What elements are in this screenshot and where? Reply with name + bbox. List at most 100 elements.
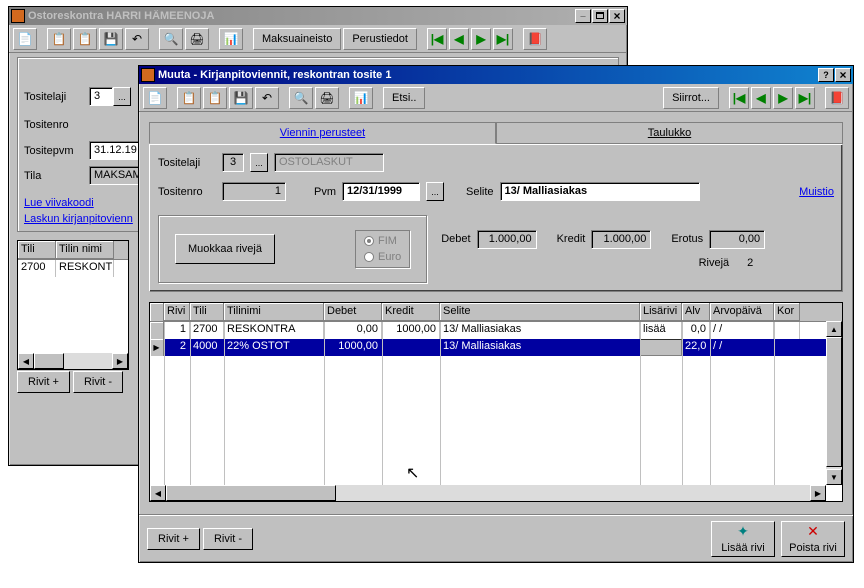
tool-print[interactable]: 🖨 xyxy=(185,28,209,50)
fg-vscroll[interactable]: ▲ ▼ xyxy=(826,321,842,485)
fg-tositenro-val: 1 xyxy=(222,182,286,201)
tool-new[interactable]: 📄 xyxy=(143,87,167,109)
col-arvo[interactable]: Arvopäivä xyxy=(710,303,774,321)
tool-undo[interactable]: ↶ xyxy=(125,28,149,50)
bg-toolbar: 📄 📋 📋 💾 ↶ 🔍 🖨 📊 Maksuaineisto Perustiedo… xyxy=(9,25,627,53)
scroll-right-icon[interactable]: ▶ xyxy=(810,485,826,501)
tositepvm-label: Tositepvm xyxy=(24,145,89,157)
col-lisarivi[interactable]: Lisärivi xyxy=(640,303,682,321)
tool-edit[interactable]: 📋 xyxy=(177,87,201,109)
tool-report[interactable]: 📊 xyxy=(219,28,243,50)
bg-cell-tili[interactable]: 2700 xyxy=(18,260,56,277)
fg-selite-val[interactable]: 13/ Malliasiakas xyxy=(500,182,700,201)
etsi-button[interactable]: Etsi.. xyxy=(383,87,425,109)
nav-next[interactable]: ▶ xyxy=(471,28,491,50)
tool-save[interactable]: 💾 xyxy=(229,87,253,109)
menu-perustiedot[interactable]: Perustiedot xyxy=(343,28,417,50)
fg-selite-label: Selite xyxy=(466,186,494,198)
tool-preview[interactable]: 🔍 xyxy=(159,28,183,50)
col-alv[interactable]: Alv xyxy=(682,303,710,321)
menu-maksuaineisto[interactable]: Maksuaineisto xyxy=(253,28,341,50)
scroll-left-icon[interactable]: ◀ xyxy=(150,485,166,501)
table-row-selected[interactable]: 2 4000 22% OSTOT 1000,00 13/ Malliasiaka… xyxy=(150,339,842,356)
col-tili[interactable]: Tili xyxy=(190,303,224,321)
nav-next[interactable]: ▶ xyxy=(773,87,793,109)
bg-rivit-plus[interactable]: Rivit + xyxy=(17,371,70,393)
debet-label: Debet xyxy=(441,233,470,245)
help-button[interactable] xyxy=(818,68,834,82)
bg-col-tilinimi[interactable]: Tilin nimi xyxy=(56,241,114,259)
bg-cell-nimi[interactable]: RESKONT xyxy=(56,260,114,277)
col-tilinimi[interactable]: Tilinimi xyxy=(224,303,324,321)
delete-icon: ✕ xyxy=(807,523,819,540)
tositelaji-field[interactable]: 3 xyxy=(89,87,113,106)
muokkaa-button[interactable]: Muokkaa rivejä xyxy=(175,234,275,264)
tositenro-label: Tositenro xyxy=(24,119,89,131)
nav-first[interactable]: |◀ xyxy=(427,28,447,50)
tool-exit[interactable]: 📕 xyxy=(825,87,849,109)
nav-last[interactable]: ▶| xyxy=(493,28,513,50)
fg-titlebar[interactable]: Muuta - Kirjanpitoviennit, reskontran to… xyxy=(139,66,853,84)
scroll-left-icon[interactable]: ◀ xyxy=(18,353,34,369)
tositelaji-lookup[interactable]: ... xyxy=(113,87,131,106)
lisarivi-button-cell[interactable] xyxy=(640,339,682,356)
bg-hscroll[interactable]: ◀ ▶ xyxy=(18,353,128,369)
tool-edit[interactable]: 📋 xyxy=(47,28,71,50)
tab-taulukko[interactable]: Taulukko xyxy=(496,122,843,144)
close-button[interactable] xyxy=(609,9,625,23)
tool-form[interactable]: 📋 xyxy=(73,28,97,50)
bg-grid[interactable]: Tili Tilin nimi 2700 RESKONT ◀ ▶ xyxy=(17,240,129,370)
currency-group: FIM Euro xyxy=(355,230,410,268)
scroll-down-icon[interactable]: ▼ xyxy=(826,469,842,485)
kredit-label: Kredit xyxy=(557,233,586,245)
col-kredit[interactable]: Kredit xyxy=(382,303,440,321)
bg-col-tili[interactable]: Tili xyxy=(18,241,56,259)
minimize-button[interactable] xyxy=(575,9,591,23)
row-marker[interactable] xyxy=(150,322,164,339)
bg-titlebar[interactable]: Ostoreskontra HARRI HÄMEENOJA xyxy=(9,7,627,25)
fg-pvm-label: Pvm xyxy=(314,186,336,198)
tositelaji-label: Tositelaji xyxy=(24,91,89,103)
tool-exit[interactable]: 📕 xyxy=(523,28,547,50)
tool-preview[interactable]: 🔍 xyxy=(289,87,313,109)
scroll-right-icon[interactable]: ▶ xyxy=(112,353,128,369)
muistio-link[interactable]: Muistio xyxy=(799,186,834,198)
erotus-val: 0,00 xyxy=(709,230,765,249)
radio-euro[interactable] xyxy=(364,252,374,262)
table-row[interactable]: 1 2700 RESKONTRA 0,00 1000,00 13/ Mallia… xyxy=(150,322,842,339)
nav-prev[interactable]: ◀ xyxy=(751,87,771,109)
col-selite[interactable]: Selite xyxy=(440,303,640,321)
row-marker-current[interactable] xyxy=(150,339,164,356)
col-kor[interactable]: Kor xyxy=(774,303,800,321)
fg-grid[interactable]: Rivi Tili Tilinimi Debet Kredit Selite L… xyxy=(149,302,843,502)
bg-rivit-minus[interactable]: Rivit - xyxy=(73,371,123,393)
col-rivi[interactable]: Rivi xyxy=(164,303,190,321)
fg-tositelaji-lookup[interactable]: ... xyxy=(250,153,268,172)
fg-hscroll[interactable]: ◀ ▶ xyxy=(150,485,826,501)
fg-pvm-lookup[interactable]: ... xyxy=(426,182,444,201)
tositepvm-field[interactable]: 31.12.19 xyxy=(89,141,143,160)
col-debet[interactable]: Debet xyxy=(324,303,382,321)
nav-first[interactable]: |◀ xyxy=(729,87,749,109)
tool-undo[interactable]: ↶ xyxy=(255,87,279,109)
tool-save[interactable]: 💾 xyxy=(99,28,123,50)
tool-print[interactable]: 🖨 xyxy=(315,87,339,109)
lisaa-rivi-button[interactable]: ✦ Lisää rivi xyxy=(711,521,775,557)
poista-rivi-button[interactable]: ✕ Poista rivi xyxy=(781,521,845,557)
tool-new[interactable]: 📄 xyxy=(13,28,37,50)
close-button[interactable] xyxy=(835,68,851,82)
siirrot-button[interactable]: Siirrot... xyxy=(663,87,719,109)
radio-fim[interactable] xyxy=(364,236,374,246)
tab-viennin[interactable]: Viennin perusteet xyxy=(149,122,496,144)
scroll-up-icon[interactable]: ▲ xyxy=(826,321,842,337)
nav-prev[interactable]: ◀ xyxy=(449,28,469,50)
fg-pvm-val[interactable]: 12/31/1999 xyxy=(342,182,420,201)
tool-form[interactable]: 📋 xyxy=(203,87,227,109)
fg-toolbar: 📄 📋 📋 💾 ↶ 🔍 🖨 📊 Etsi.. Siirrot... |◀ ◀ ▶… xyxy=(139,84,853,112)
maximize-button[interactable] xyxy=(592,9,608,23)
fg-rivit-minus[interactable]: Rivit - xyxy=(203,528,253,550)
tool-report[interactable]: 📊 xyxy=(349,87,373,109)
fg-rivit-plus[interactable]: Rivit + xyxy=(147,528,200,550)
fg-bottombar: Rivit + Rivit - ✦ Lisää rivi ✕ Poista ri… xyxy=(139,514,853,562)
nav-last[interactable]: ▶| xyxy=(795,87,815,109)
